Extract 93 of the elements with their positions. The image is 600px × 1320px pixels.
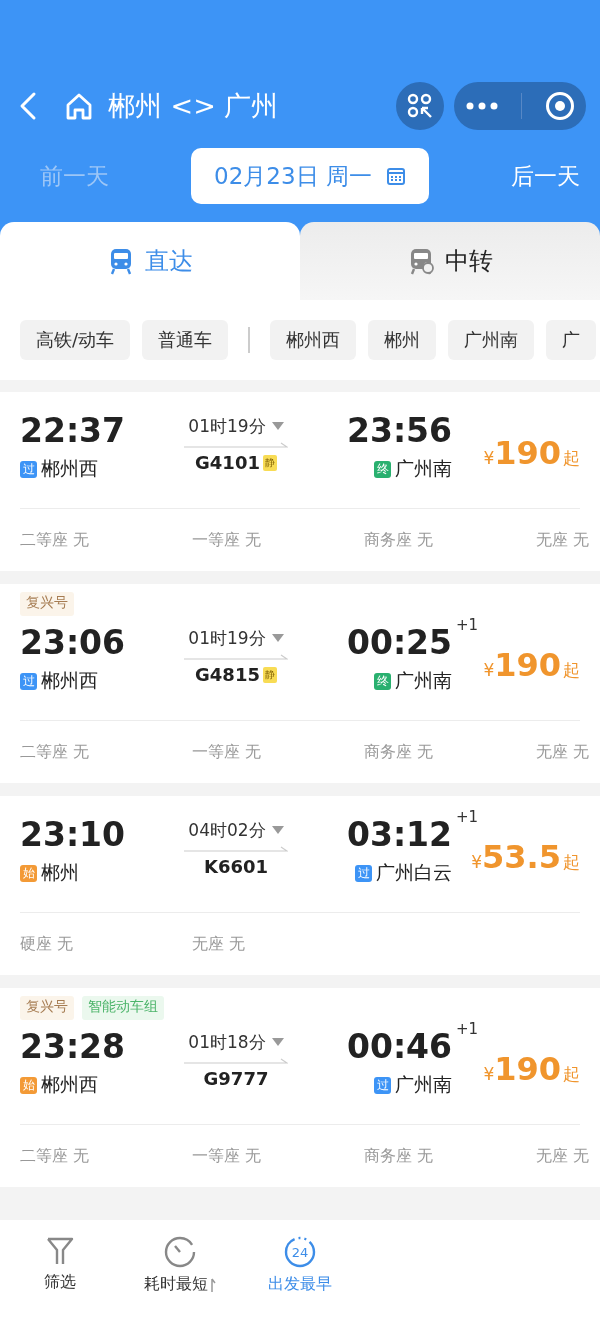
- duration-text: 01时19分: [188, 414, 266, 438]
- filter-chip[interactable]: 郴州: [368, 320, 437, 360]
- price-text: 190: [494, 1050, 561, 1088]
- sort-tab[interactable]: 耗时最短: [120, 1236, 240, 1295]
- price-suffix: 起: [563, 447, 580, 470]
- currency-symbol: ¥: [483, 660, 495, 680]
- next-day-mark: +1: [455, 1020, 478, 1038]
- seat-availability: 二等座 无: [20, 741, 91, 763]
- station-name: 广州白云: [376, 860, 452, 885]
- seat-availability: 二等座 无: [20, 1145, 91, 1167]
- timer-icon: [164, 1236, 196, 1268]
- station-name: 郴州西: [41, 668, 98, 693]
- station-type-badge: 始: [20, 864, 37, 882]
- station-name: 广州南: [395, 456, 452, 481]
- quiet-badge: 静: [262, 454, 277, 471]
- price-suffix: 起: [563, 659, 580, 682]
- price-text: 53.5: [482, 838, 561, 876]
- currency-symbol: ¥: [483, 448, 495, 468]
- sort-tab[interactable]: 筛选: [0, 1236, 120, 1293]
- duration-text: 01时18分: [188, 1030, 266, 1054]
- clock-icon: 24: [284, 1236, 316, 1268]
- next-day-mark: +1: [455, 808, 478, 826]
- duration-text: 04时02分: [188, 818, 266, 842]
- station-type-badge: 过: [20, 460, 37, 478]
- seat-availability: 硬座 无: [20, 933, 75, 955]
- filter-chip[interactable]: 广州南: [448, 320, 535, 360]
- train-number: G9777: [203, 1068, 269, 1089]
- filter-chip[interactable]: 广: [546, 320, 597, 360]
- currency-symbol: ¥: [471, 852, 483, 872]
- station-name: 郴州: [41, 860, 79, 885]
- tab[interactable]: 中转: [300, 222, 600, 300]
- currency-symbol: ¥: [483, 1064, 495, 1084]
- scan-button[interactable]: [396, 82, 444, 130]
- station-type-badge: 终: [374, 672, 391, 690]
- station-name: 郴州西: [41, 456, 98, 481]
- price-suffix: 起: [563, 1063, 580, 1086]
- seat-availability: 无座 无: [192, 933, 247, 955]
- page-title: 郴州 <> 广州: [108, 89, 279, 123]
- seat-availability: 商务座 无: [364, 741, 435, 763]
- seat-availability: 一等座 无: [192, 741, 263, 763]
- back-icon[interactable]: [18, 91, 38, 121]
- next-day-mark: +1: [455, 616, 478, 634]
- sort-arrow-icon: [210, 1276, 216, 1293]
- arrival-time: 03:12: [346, 814, 452, 856]
- calendar-icon: [385, 166, 406, 186]
- station-name: 广州南: [395, 668, 452, 693]
- duration-text: 01时19分: [188, 626, 266, 650]
- departure-time: 23:06: [20, 622, 127, 664]
- arrival-time: 23:56: [346, 410, 452, 452]
- departure-time: 22:37: [20, 410, 127, 452]
- station-name: 郴州西: [41, 1072, 98, 1097]
- departure-time: 23:28: [20, 1026, 127, 1068]
- station-type-badge: 始: [20, 1076, 37, 1094]
- train-tag: 智能动车组: [82, 996, 164, 1020]
- home-icon[interactable]: [64, 91, 94, 121]
- price-text: 190: [494, 646, 561, 684]
- train-card[interactable]: 22:37 过 郴州西 01时19分 G4101 静 23:56 终 广州南 ¥190起 二等座 无 一等座 无 商务座 无 无座 无: [0, 392, 600, 571]
- price-suffix: 起: [563, 851, 580, 874]
- filter-chip[interactable]: 普通车: [142, 320, 229, 360]
- quiet-badge: 静: [262, 666, 277, 683]
- grid-icon: [407, 93, 433, 119]
- arrival-time: 00:46: [346, 1026, 452, 1068]
- filter-icon: [45, 1236, 75, 1266]
- departure-time: 23:10: [20, 814, 127, 856]
- dropdown-icon[interactable]: [271, 634, 284, 642]
- arrival-time: 00:25: [346, 622, 452, 664]
- train-number: K6601: [203, 856, 268, 877]
- station-name: 广州南: [395, 1072, 452, 1097]
- dropdown-icon[interactable]: [271, 422, 284, 430]
- filter-chip[interactable]: 高铁/动车: [20, 320, 131, 360]
- train-tag: 复兴号: [20, 996, 74, 1020]
- seat-availability: 无座 无: [536, 1145, 590, 1167]
- seat-availability: 一等座 无: [192, 1145, 263, 1167]
- seat-availability: 无座 无: [536, 529, 590, 551]
- price-text: 190: [494, 434, 561, 472]
- date-text: 02月23日 周一: [214, 161, 372, 191]
- station-type-badge: 终: [374, 460, 391, 478]
- seat-availability: 商务座 无: [364, 1145, 435, 1167]
- seat-availability: 一等座 无: [192, 529, 263, 551]
- dropdown-icon[interactable]: [271, 1038, 284, 1046]
- filter-chip[interactable]: 郴州西: [270, 320, 357, 360]
- seat-availability: 二等座 无: [20, 529, 91, 551]
- station-type-badge: 过: [374, 1076, 391, 1094]
- sort-tab[interactable]: 24 出发最早: [240, 1236, 360, 1295]
- dropdown-icon[interactable]: [271, 826, 284, 834]
- station-type-badge: 过: [20, 672, 37, 690]
- train-number: G4815: [195, 664, 260, 685]
- station-type-badge: 过: [355, 864, 372, 882]
- more-icon[interactable]: [465, 102, 498, 110]
- seat-availability: 无座 无: [536, 741, 590, 763]
- train-tag: 复兴号: [20, 592, 74, 616]
- train-number: G4101: [195, 452, 260, 473]
- seat-availability: 商务座 无: [364, 529, 435, 551]
